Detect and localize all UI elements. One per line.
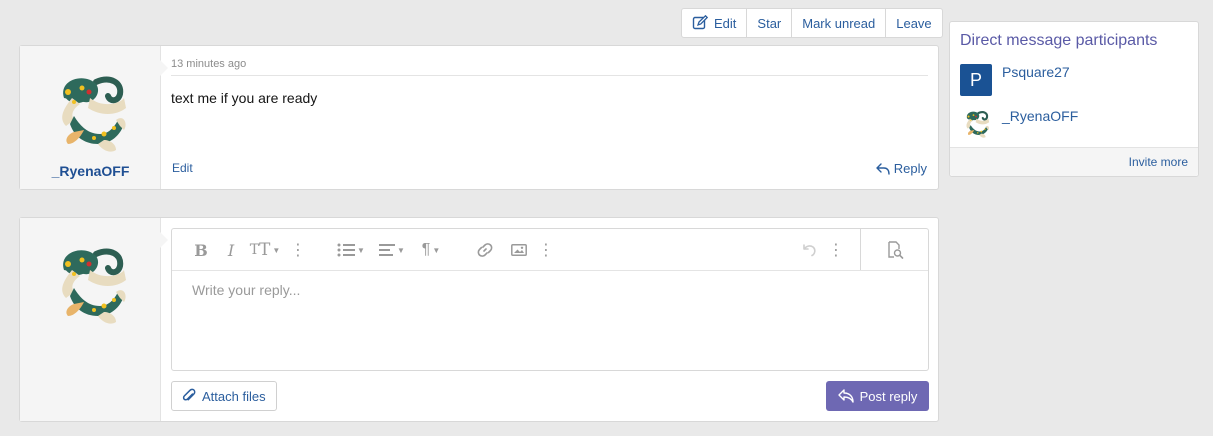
participants-panel: Direct message participants P Psquare27 …	[949, 21, 1199, 177]
paperclip-icon	[182, 388, 196, 401]
avatar[interactable]: P	[960, 64, 992, 96]
message-item: _RyenaOFF 13 minutes ago text me if you …	[19, 45, 939, 190]
avatar[interactable]	[960, 108, 992, 140]
message-text: text me if you are ready	[171, 90, 318, 106]
reply-icon	[876, 162, 890, 175]
message-username[interactable]: _RyenaOFF	[20, 163, 161, 179]
star-button[interactable]: Star	[747, 9, 793, 37]
reply-form: B I T T ▼ ⋮ ▼ ▼ ¶ ▼ ⋮ ⋮ Write your reply…	[19, 217, 939, 422]
star-label: Star	[757, 15, 782, 31]
message-reply-link[interactable]: Reply	[876, 161, 927, 176]
participants-footer: Invite more	[950, 147, 1198, 176]
image-icon[interactable]	[508, 229, 530, 271]
reply-label: Reply	[893, 161, 927, 176]
list-icon[interactable]: ▼	[334, 229, 368, 271]
italic-icon[interactable]: I	[220, 229, 242, 271]
attach-files-label: Attach files	[202, 388, 266, 404]
avatar	[44, 240, 134, 330]
avatar[interactable]	[44, 68, 134, 158]
mark-unread-button[interactable]: Mark unread	[792, 9, 887, 37]
reply-user-cell	[20, 218, 168, 421]
reply-body: B I T T ▼ ⋮ ▼ ▼ ¶ ▼ ⋮ ⋮ Write your reply…	[161, 218, 938, 421]
editor-toolbar: B I T T ▼ ⋮ ▼ ▼ ¶ ▼ ⋮ ⋮	[172, 229, 928, 271]
participant-item: _RyenaOFF	[960, 108, 1078, 140]
reply-icon	[837, 389, 854, 403]
edit-icon	[692, 15, 708, 30]
paragraph-icon[interactable]: ¶ ▼	[416, 229, 446, 271]
message-user-cell: _RyenaOFF	[20, 46, 168, 189]
leave-label: Leave	[896, 15, 932, 31]
undo-icon[interactable]	[798, 229, 820, 271]
message-timestamp[interactable]: 13 minutes ago	[171, 58, 246, 70]
more-options-icon[interactable]: ⋮	[538, 229, 554, 271]
edit-button[interactable]: Edit	[682, 9, 748, 37]
participant-item: P Psquare27	[960, 64, 1070, 96]
text-size-icon[interactable]: T T ▼	[248, 229, 282, 271]
participants-title: Direct message participants	[960, 32, 1158, 49]
leave-button[interactable]: Leave	[886, 9, 941, 37]
link-icon[interactable]	[474, 229, 496, 271]
reply-input[interactable]: Write your reply...	[192, 282, 300, 298]
invite-more-link[interactable]: Invite more	[1129, 155, 1188, 169]
align-icon[interactable]: ▼	[375, 229, 409, 271]
post-reply-label: Post reply	[859, 388, 918, 404]
attach-files-button[interactable]: Attach files	[171, 381, 277, 411]
mark-unread-label: Mark unread	[802, 15, 876, 31]
message-body: 13 minutes ago text me if you are ready …	[161, 46, 938, 189]
participant-name[interactable]: Psquare27	[1002, 64, 1070, 80]
thread-action-bar: Edit Star Mark unread Leave	[681, 8, 943, 38]
post-reply-button[interactable]: Post reply	[826, 381, 929, 411]
bold-icon[interactable]: B	[190, 229, 212, 271]
participant-name[interactable]: _RyenaOFF	[1002, 108, 1078, 124]
rich-text-editor: B I T T ▼ ⋮ ▼ ▼ ¶ ▼ ⋮ ⋮ Write your reply…	[171, 228, 929, 371]
edit-label: Edit	[714, 15, 737, 31]
preview-icon	[887, 240, 903, 259]
more-options-icon[interactable]: ⋮	[828, 229, 844, 271]
message-edit-link[interactable]: Edit	[172, 161, 193, 175]
preview-toggle-button[interactable]	[860, 229, 928, 270]
more-options-icon[interactable]: ⋮	[290, 229, 306, 271]
divider	[171, 75, 928, 76]
